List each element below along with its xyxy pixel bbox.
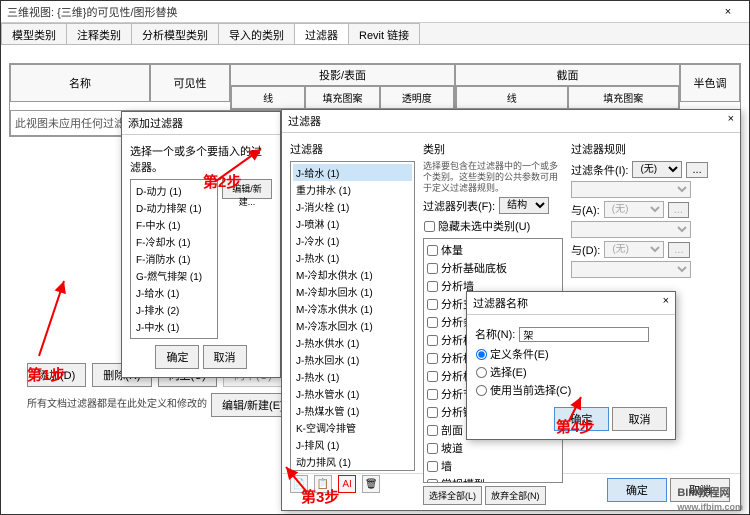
- opt-define-radio[interactable]: [476, 349, 487, 360]
- filter-list[interactable]: J-给水 (1)重力排水 (1)J-消火栓 (1)J-喷淋 (1)J-冷水 (1…: [290, 161, 415, 471]
- rule-val-2[interactable]: [571, 221, 691, 238]
- rule-and-2[interactable]: (无): [604, 241, 664, 258]
- rule-cond-select[interactable]: (无): [632, 161, 682, 178]
- list-item[interactable]: F-消防水 (1): [133, 250, 215, 267]
- add-cancel-button[interactable]: 取消: [203, 345, 247, 369]
- col-sec: 截面 线 填充图案: [455, 64, 680, 110]
- list-item[interactable]: J-消火栓 (1): [293, 198, 412, 215]
- col-vis: 可见性: [150, 64, 230, 102]
- name-ok-button[interactable]: 确定: [554, 407, 609, 431]
- list-item[interactable]: F-冷却水 (1): [133, 233, 215, 250]
- filter-name-input[interactable]: [519, 327, 649, 342]
- category-item[interactable]: 坡道: [426, 439, 560, 457]
- list-item[interactable]: K-空调冷排管: [293, 419, 412, 436]
- list-item[interactable]: M-冷却水供水 (1): [293, 266, 412, 283]
- name-dlg-close[interactable]: ×: [663, 295, 669, 311]
- tab-filter[interactable]: 过滤器: [294, 23, 349, 44]
- list-item[interactable]: J-热水 (1): [293, 249, 412, 266]
- filter-dlg-title: 过滤器: [288, 113, 321, 129]
- arrow-1: [29, 271, 89, 361]
- category-item[interactable]: 体量: [426, 241, 560, 259]
- main-titlebar: 三维视图: {三维}的可见性/图形替换 ×: [1, 1, 749, 23]
- deselect-all-button[interactable]: 放弃全部(N): [485, 486, 546, 505]
- rule-more-3[interactable]: ...: [668, 242, 689, 258]
- list-item[interactable]: K-新风 (1): [293, 470, 412, 471]
- list-item[interactable]: J-中水 (1): [133, 318, 215, 335]
- add-dlg-title: 添加过滤器: [128, 115, 183, 131]
- add-dlg-msg: 选择一个或多个要插入的过滤器。: [130, 143, 272, 175]
- category-item[interactable]: 墙: [426, 457, 560, 475]
- list-item[interactable]: J-热水 (1): [133, 335, 215, 339]
- list-item[interactable]: J-热水管水 (1): [293, 385, 412, 402]
- delete-icon[interactable]: 🗑: [362, 475, 380, 493]
- tab-model[interactable]: 模型类别: [1, 23, 67, 44]
- list-item[interactable]: 动力排风 (1): [293, 453, 412, 470]
- list-item[interactable]: M-冷冻水供水 (1): [293, 300, 412, 317]
- new-icon[interactable]: 📄: [290, 475, 308, 493]
- add-filter-dialog: 添加过滤器 选择一个或多个要插入的过滤器。 D-动力 (1)D-动力排架 (1)…: [121, 111, 281, 378]
- tab-annot[interactable]: 注释类别: [66, 23, 132, 44]
- rule-and-1[interactable]: (无): [604, 201, 664, 218]
- list-item[interactable]: J-喷淋 (1): [293, 215, 412, 232]
- list-item[interactable]: J-热水供水 (1): [293, 334, 412, 351]
- opt-select-radio[interactable]: [476, 367, 487, 378]
- close-icon[interactable]: ×: [713, 6, 743, 18]
- add-button[interactable]: 添加(D): [27, 363, 86, 387]
- list-item[interactable]: D-动力 (1): [133, 182, 215, 199]
- tab-revit-link[interactable]: Revit 链接: [348, 23, 420, 44]
- category-item[interactable]: 常规模型: [426, 475, 560, 483]
- main-tabs: 模型类别 注释类别 分析模型类别 导入的类别 过滤器 Revit 链接: [1, 23, 749, 45]
- watermark: BIM教程网 www.ifbim.com: [677, 479, 743, 512]
- list-item[interactable]: J-热水回水 (1): [293, 351, 412, 368]
- hide-unchecked-checkbox[interactable]: [424, 221, 435, 232]
- select-all-button[interactable]: 选择全部(L): [423, 486, 482, 505]
- list-item[interactable]: J-给水 (1): [293, 164, 412, 181]
- edit-create-button-2[interactable]: 编辑/新建...: [222, 179, 272, 199]
- copy-icon[interactable]: 📋: [314, 475, 332, 493]
- window-title: 三维视图: {三维}的可见性/图形替换: [7, 4, 713, 20]
- rule-val-1[interactable]: [571, 181, 691, 198]
- opt-current-radio[interactable]: [476, 385, 487, 396]
- add-ok-button[interactable]: 确定: [155, 345, 199, 369]
- filter-dlg-close[interactable]: ×: [728, 113, 734, 129]
- list-item[interactable]: 重力排水 (1): [293, 181, 412, 198]
- list-item[interactable]: J-排水 (2): [133, 301, 215, 318]
- filter-ok-button[interactable]: 确定: [607, 478, 667, 502]
- list-item[interactable]: J-冷水 (1): [293, 232, 412, 249]
- tab-analysis[interactable]: 分析模型类别: [131, 23, 219, 44]
- list-item[interactable]: J-热煤水管 (1): [293, 402, 412, 419]
- category-filter-select[interactable]: 结构: [499, 197, 549, 214]
- tab-import[interactable]: 导入的类别: [218, 23, 295, 44]
- rule-more-2[interactable]: ...: [668, 202, 689, 218]
- filter-name-dialog: 过滤器名称× 名称(N): 定义条件(E) 选择(E) 使用当前选择(C) 确定…: [466, 291, 676, 440]
- col-half: 半色调: [680, 64, 740, 102]
- category-item[interactable]: 分析基础底板: [426, 259, 560, 277]
- list-item[interactable]: J-给水 (1): [133, 284, 215, 301]
- name-cancel-button[interactable]: 取消: [612, 407, 667, 431]
- col-proj: 投影/表面 线 填充图案 透明度: [230, 64, 455, 110]
- rule-val-3[interactable]: [571, 261, 691, 278]
- col-name: 名称: [10, 64, 150, 102]
- list-item[interactable]: D-动力排架 (1): [133, 199, 215, 216]
- list-item[interactable]: J-热水 (1): [293, 368, 412, 385]
- list-item[interactable]: J-排风 (1): [293, 436, 412, 453]
- list-item[interactable]: M-冷却水回水 (1): [293, 283, 412, 300]
- rename-icon[interactable]: AI: [338, 475, 356, 493]
- add-filter-list[interactable]: D-动力 (1)D-动力排架 (1)F-中水 (1)F-冷却水 (1)F-消防水…: [130, 179, 218, 339]
- list-item[interactable]: G-燃气排架 (1): [133, 267, 215, 284]
- list-item[interactable]: F-中水 (1): [133, 216, 215, 233]
- rule-more-1[interactable]: ...: [686, 162, 707, 178]
- list-item[interactable]: M-冷冻水回水 (1): [293, 317, 412, 334]
